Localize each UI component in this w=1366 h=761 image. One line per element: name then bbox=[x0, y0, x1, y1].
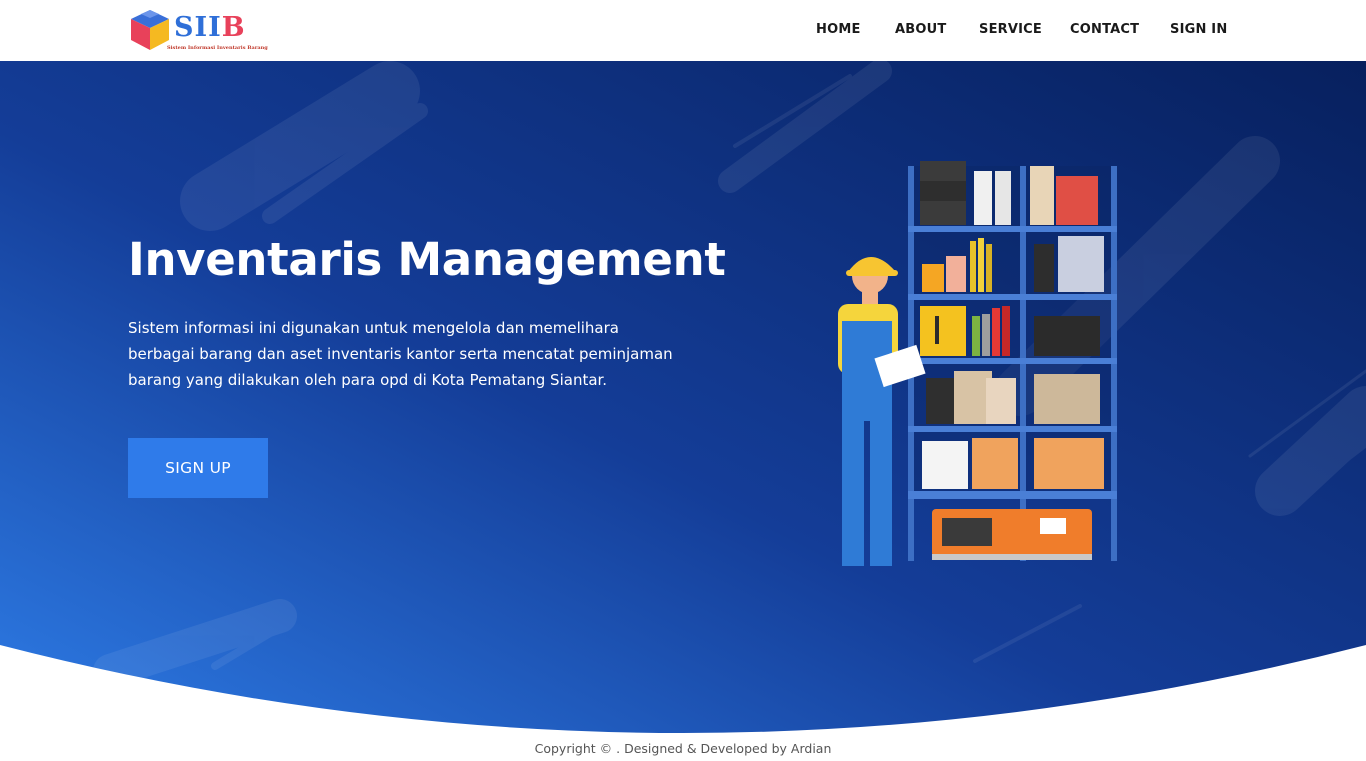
nav-link-about[interactable]: ABOUT bbox=[895, 22, 946, 37]
hero-background bbox=[0, 61, 1366, 733]
hero-title: Inventaris Management bbox=[128, 233, 726, 286]
nav-link-signin[interactable]: SIGN IN bbox=[1170, 22, 1227, 37]
nav-link-home[interactable]: HOME bbox=[816, 22, 861, 37]
signup-button[interactable]: SIGN UP bbox=[128, 438, 268, 498]
footer-copyright: Copyright © . Designed & Developed by Ar… bbox=[534, 741, 832, 756]
nav-link-service[interactable]: SERVICE bbox=[979, 22, 1042, 37]
nav-link-contact[interactable]: CONTACT bbox=[1070, 22, 1139, 37]
hero-description: Sistem informasi ini digunakan untuk men… bbox=[128, 319, 673, 389]
brand-tagline: Sistem Informasi Inventaris Barang bbox=[167, 45, 268, 51]
nav-menu: HOME ABOUT SERVICE CONTACT SIGN IN bbox=[0, 22, 1366, 40]
hero-section: Inventaris Management Sistem informasi i… bbox=[0, 61, 1366, 761]
navbar: SIIB Sistem Informasi Inventaris Barang … bbox=[0, 0, 1366, 61]
warehouse-worker-illustration bbox=[838, 161, 1117, 566]
